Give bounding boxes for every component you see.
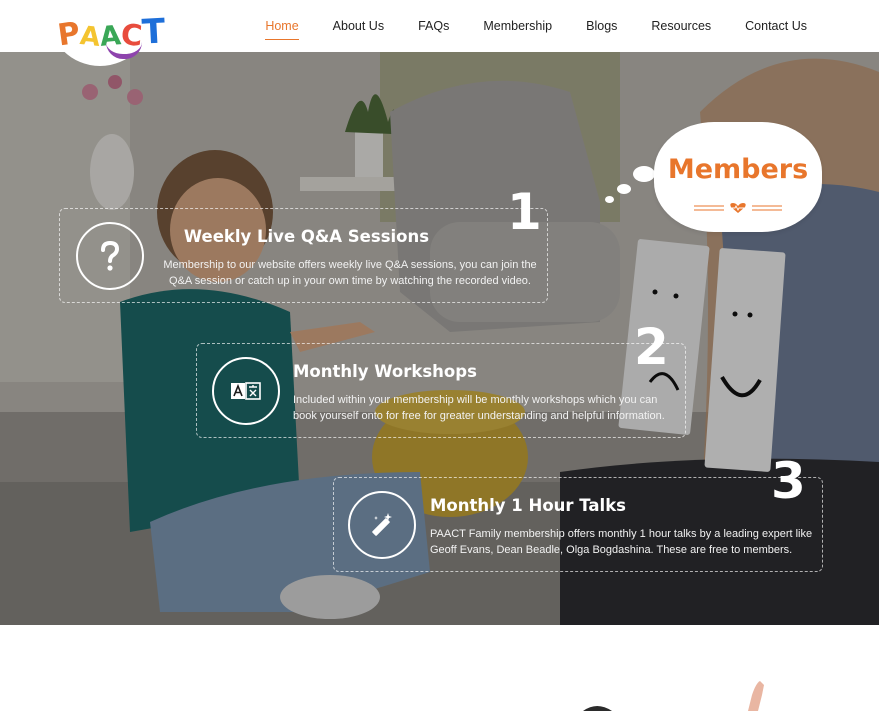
feature-description: Membership to our website offers weekly … (163, 259, 537, 287)
icon-circle (212, 357, 280, 425)
members-heading: Members (667, 154, 809, 185)
feature-number: 3 (771, 452, 806, 510)
members-thought-bubble: Members (654, 122, 822, 232)
nav-contact-us[interactable]: Contact Us (745, 15, 807, 37)
main-nav: Home About Us FAQs Membership Blogs Reso… (231, 0, 807, 52)
thought-dot (605, 196, 614, 203)
thought-dot (633, 166, 655, 182)
section-illustration (583, 681, 764, 711)
logo-letter: T (141, 11, 167, 53)
feature-card-talks: 3 Monthly 1 Hour Talks PAACT Family memb… (333, 456, 823, 572)
icon-circle (348, 491, 416, 559)
thought-dot (617, 184, 631, 194)
paact-logo[interactable]: P A A C T (56, 4, 167, 59)
feature-description: Included within your membership will be … (293, 394, 665, 422)
nav-membership[interactable]: Membership (483, 15, 552, 37)
nav-blogs[interactable]: Blogs (586, 15, 617, 37)
feature-title: Monthly Workshops (293, 362, 477, 381)
magic-wand-icon (372, 513, 392, 536)
next-section (0, 625, 879, 711)
feature-title: Weekly Live Q&A Sessions (183, 227, 430, 246)
hero-section: Members 1 Weekly Live Q&A Sessions Membe… (0, 52, 879, 625)
nav-resources[interactable]: Resources (651, 15, 711, 37)
nav-faqs[interactable]: FAQs (418, 15, 449, 37)
feature-description: PAACT Family membership offers monthly 1… (430, 528, 813, 556)
feature-card-workshops: 2 Monthly Workshops Included within your… (196, 322, 686, 438)
site-header: P A A C T Home About Us FAQs Membership … (0, 0, 879, 66)
translate-icon (231, 382, 261, 400)
nav-home[interactable]: Home (265, 15, 300, 40)
heart-divider-icon (694, 203, 782, 213)
feature-number: 2 (634, 318, 669, 376)
nav-about-us[interactable]: About Us (333, 15, 384, 37)
feature-title: Monthly 1 Hour Talks (430, 496, 627, 515)
feature-card-qa: 1 Weekly Live Q&A Sessions Membership to… (59, 187, 548, 303)
